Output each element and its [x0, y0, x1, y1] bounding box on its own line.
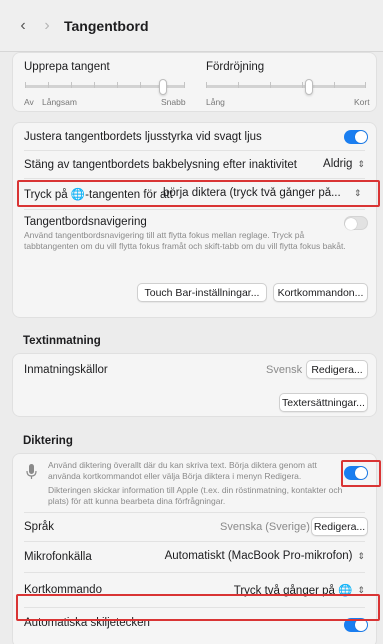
repeat-label: Upprepa tangent	[24, 61, 110, 73]
brightness-label: Justera tangentbordets ljusstyrka vid sv…	[24, 130, 262, 143]
window-title: Tangentbord	[64, 17, 149, 34]
language-value: Svenska (Sverige)	[220, 521, 310, 533]
backlight-value: Aldrig	[323, 158, 353, 170]
touch-bar-settings-button[interactable]: Touch Bar-inställningar...	[137, 283, 267, 302]
delay-short-label: Kort	[354, 97, 370, 107]
backlight-popup[interactable]: Aldrig ⇕	[323, 158, 365, 170]
highlight-globe-key-row	[17, 180, 380, 207]
highlight-dictation-toggle	[341, 460, 381, 487]
repeat-off-label: Av	[24, 97, 34, 107]
microphone-source-popup[interactable]: Automatiskt (MacBook Pro-mikrofon) ⇕	[165, 550, 365, 562]
delay-thumb[interactable]	[305, 79, 313, 95]
highlight-shortcut-row	[16, 594, 380, 621]
microphone-icon	[26, 464, 37, 483]
brightness-toggle[interactable]	[344, 130, 368, 144]
microphone-source-label: Mikrofonkälla	[24, 551, 92, 563]
toolbar: ‹ › Tangentbord	[0, 0, 383, 52]
backlight-label: Stäng av tangentbordets bakbelysning eft…	[24, 158, 297, 171]
settings-pane: Upprepa tangent Fördröjning Av Långsam S…	[0, 52, 383, 644]
chevron-updown-icon: ⇕	[357, 158, 365, 169]
text-input-heading: Textinmatning	[23, 335, 101, 347]
keyboard-shortcuts-button[interactable]: Kortkommandon...	[273, 283, 368, 302]
input-sources-value: Svensk	[266, 364, 303, 376]
input-sources-edit-button[interactable]: Redigera...	[306, 360, 368, 379]
key-repeat-thumb[interactable]	[159, 79, 167, 95]
delay-long-label: Lång	[206, 97, 225, 107]
forward-chevron-icon[interactable]: ›	[38, 15, 56, 37]
language-label: Språk	[24, 521, 55, 533]
keyboard-options-group: Justera tangentbordets ljusstyrka vid sv…	[12, 122, 377, 318]
text-input-group: Inmatningskällor Svensk Redigera... Text…	[12, 353, 377, 417]
keyboard-navigation-label: Tangentbordsnavigering	[24, 216, 147, 228]
microphone-source-value: Automatiskt (MacBook Pro-mikrofon)	[164, 550, 353, 562]
dictation-heading: Diktering	[23, 435, 73, 447]
repeat-slow-label: Långsam	[42, 97, 77, 107]
key-repeat-group: Upprepa tangent Fördröjning Av Långsam S…	[12, 52, 377, 112]
keyboard-navigation-description: Använd tangentbordsnavigering till att f…	[24, 230, 346, 251]
dictation-description: Använd diktering överallt där du kan skr…	[48, 460, 317, 481]
keyboard-navigation-toggle[interactable]	[344, 216, 368, 230]
back-chevron-icon[interactable]: ‹	[14, 15, 32, 37]
input-sources-label: Inmatningskällor	[24, 364, 108, 376]
brightness-row: Justera tangentbordets ljusstyrka vid sv…	[13, 123, 378, 150]
text-replacements-button[interactable]: Textersättningar...	[279, 393, 368, 412]
dictation-privacy-note: Dikteringen skickar information till App…	[48, 485, 343, 506]
language-edit-button[interactable]: Redigera...	[311, 517, 368, 536]
chevron-updown-icon: ⇕	[357, 550, 365, 561]
delay-label: Fördröjning	[206, 61, 265, 73]
repeat-fast-label: Snabb	[161, 97, 186, 107]
